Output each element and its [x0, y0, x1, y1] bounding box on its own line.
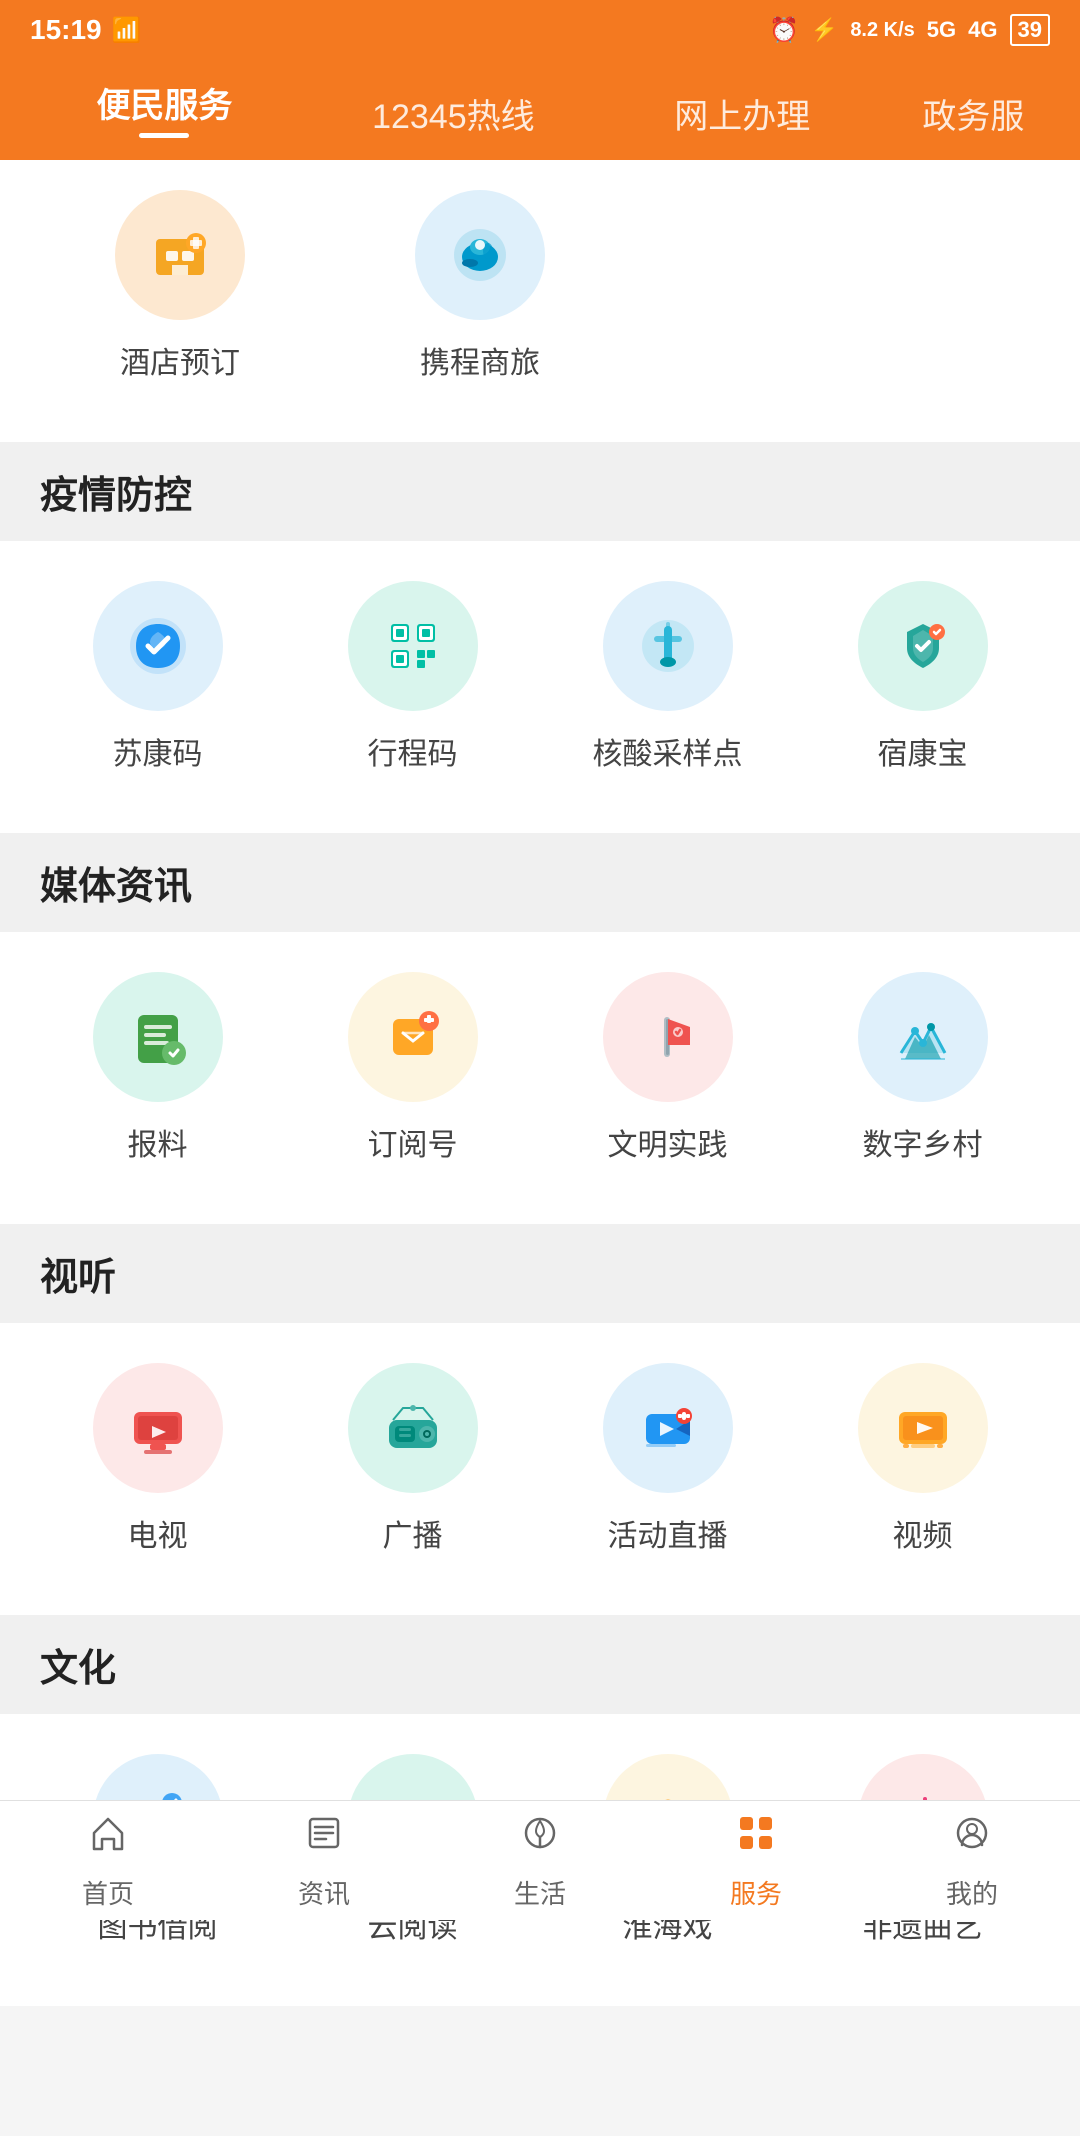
radio-label: 广播 — [383, 1511, 443, 1555]
service-hotel[interactable]: 酒店预订 — [60, 190, 300, 382]
sukangbao-label: 宿康宝 — [878, 729, 968, 773]
civilization-label: 文明实践 — [608, 1120, 728, 1164]
video-label: 视频 — [893, 1511, 953, 1555]
service-subscribe[interactable]: 订阅号 — [285, 972, 540, 1164]
sukangma-icon — [122, 610, 194, 682]
service-sukangma[interactable]: 苏康码 — [30, 581, 285, 773]
nav-tab-online[interactable]: 网上办理 — [598, 89, 887, 142]
service-civilization[interactable]: 文明实践 — [540, 972, 795, 1164]
travelcode-icon — [377, 610, 449, 682]
battery-icon: 39 — [1010, 14, 1050, 46]
nav-tab-hotline[interactable]: 12345热线 — [309, 89, 598, 142]
signal-5g: 5G — [927, 17, 956, 43]
tv-label: 电视 — [128, 1511, 188, 1555]
radio-icon — [377, 1392, 449, 1464]
service-video[interactable]: 视频 — [795, 1363, 1050, 1555]
digitalvillage-label: 数字乡村 — [863, 1120, 983, 1164]
section-media-grid: 报料 订阅号 — [0, 932, 1080, 1224]
service-ctrip[interactable]: 携程商旅 — [360, 190, 600, 382]
video-icon — [887, 1392, 959, 1464]
network-speed: 8.2 K/s — [850, 19, 914, 42]
digitalvillage-icon — [887, 1001, 959, 1073]
bottom-nav-life[interactable]: 生活 — [432, 1811, 648, 1911]
alarm-icon: ⏰ — [769, 16, 799, 45]
bottom-nav-news[interactable]: 资讯 — [216, 1811, 432, 1911]
tv-icon — [122, 1392, 194, 1464]
service-report[interactable]: 报料 — [30, 972, 285, 1164]
nucleic-icon — [632, 610, 704, 682]
section-audio-header: 视听 — [0, 1224, 1080, 1323]
nav-bar: 便民服务 12345热线 网上办理 政务服 — [0, 60, 1080, 160]
bluetooth-icon: ⚡ — [811, 17, 838, 43]
bottom-nav-mine[interactable]: 我的 — [864, 1811, 1080, 1911]
travelcode-label: 行程码 — [368, 729, 458, 773]
top-service-row: 酒店预订 携程商旅 — [0, 160, 1080, 442]
ctrip-icon — [444, 219, 516, 291]
service-radio[interactable]: 广播 — [285, 1363, 540, 1555]
status-left: 15:19 📶 — [30, 14, 142, 46]
news-label: 资讯 — [298, 1874, 350, 1911]
service-livestream[interactable]: 活动直播 — [540, 1363, 795, 1555]
hotel-icon — [144, 219, 216, 291]
life-icon — [518, 1811, 562, 1866]
report-icon — [122, 1001, 194, 1073]
signal-4g: 4G — [968, 17, 997, 43]
services-label: 服务 — [730, 1874, 782, 1911]
subscribe-label: 订阅号 — [368, 1120, 458, 1164]
service-travelcode[interactable]: 行程码 — [285, 581, 540, 773]
livestream-icon — [632, 1392, 704, 1464]
nav-tab-convenience[interactable]: 便民服务 — [20, 78, 309, 142]
nucleic-label: 核酸采样点 — [593, 729, 743, 773]
mine-icon — [950, 1811, 994, 1866]
section-culture-header: 文化 — [0, 1615, 1080, 1714]
status-time: 15:19 — [30, 14, 102, 46]
service-nucleic[interactable]: 核酸采样点 — [540, 581, 795, 773]
ctrip-label: 携程商旅 — [420, 338, 540, 382]
hotel-label: 酒店预订 — [120, 338, 240, 382]
status-bar: 15:19 📶 ⏰ ⚡ 8.2 K/s 5G 4G 39 — [0, 0, 1080, 60]
home-icon — [86, 1811, 130, 1866]
section-audio-grid: 电视 广播 — [0, 1323, 1080, 1615]
sukangbao-icon — [887, 610, 959, 682]
life-label: 生活 — [514, 1874, 566, 1911]
home-label: 首页 — [82, 1874, 134, 1911]
service-tv[interactable]: 电视 — [30, 1363, 285, 1555]
livestream-label: 活动直播 — [608, 1511, 728, 1555]
sukangma-label: 苏康码 — [113, 729, 203, 773]
mine-label: 我的 — [946, 1874, 998, 1911]
report-label: 报料 — [128, 1120, 188, 1164]
section-media-header: 媒体资讯 — [0, 833, 1080, 932]
services-icon — [734, 1811, 778, 1866]
section-epidemic-header: 疫情防控 — [0, 442, 1080, 541]
status-right: ⏰ ⚡ 8.2 K/s 5G 4G 39 — [769, 14, 1050, 46]
subscribe-icon — [377, 1001, 449, 1073]
news-icon — [302, 1811, 346, 1866]
nav-tab-gov[interactable]: 政务服 — [887, 89, 1060, 142]
service-sukangbao[interactable]: 宿康宝 — [795, 581, 1050, 773]
bottom-nav-services[interactable]: 服务 — [648, 1811, 864, 1911]
bottom-nav-home[interactable]: 首页 — [0, 1811, 216, 1911]
nfc-icon: 📶 — [112, 16, 142, 45]
civilization-icon — [632, 1001, 704, 1073]
bottom-nav: 首页 资讯 生活 — [0, 1800, 1080, 1920]
service-digitalvillage[interactable]: 数字乡村 — [795, 972, 1050, 1164]
section-epidemic-grid: 苏康码 行程码 — [0, 541, 1080, 833]
